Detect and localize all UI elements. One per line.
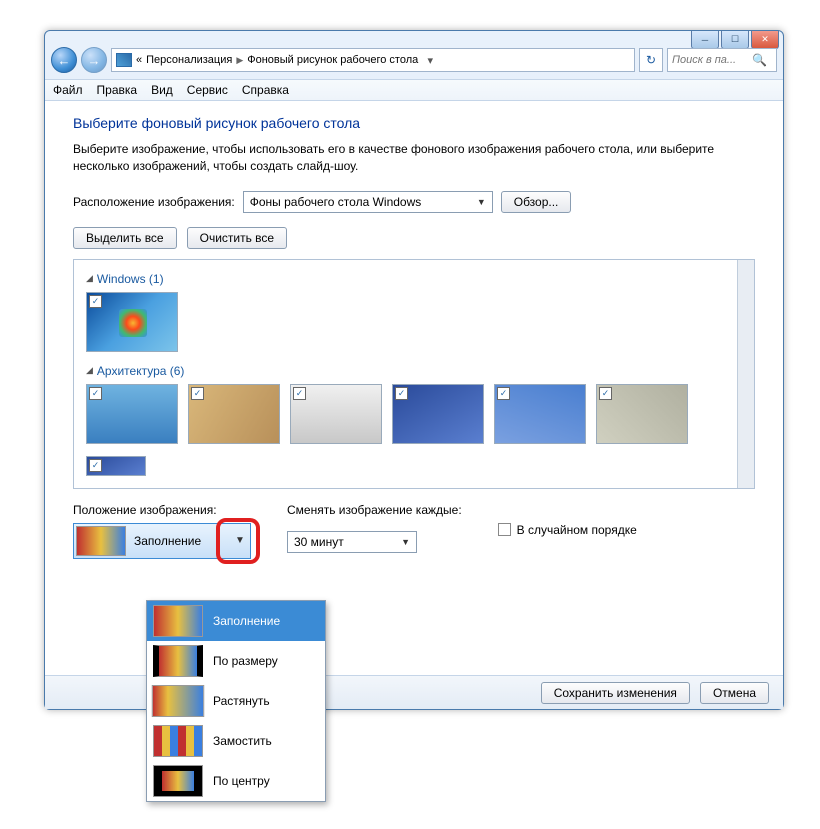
thumb-checkbox[interactable]: ✓: [191, 387, 204, 400]
cancel-button[interactable]: Отмена: [700, 682, 769, 704]
thumb-checkbox[interactable]: ✓: [89, 295, 102, 308]
scrollbar[interactable]: [737, 260, 754, 488]
control-panel-icon: [116, 53, 132, 67]
wallpaper-thumb[interactable]: ✓: [86, 292, 178, 352]
nav-forward-button[interactable]: →: [81, 47, 107, 73]
option-preview-icon: [153, 765, 203, 797]
random-label: В случайном порядке: [517, 523, 637, 537]
search-input[interactable]: [672, 54, 752, 66]
collapse-icon: ◢: [86, 365, 93, 376]
option-preview-icon: [153, 645, 203, 677]
breadcrumb-back-chevron: «: [136, 54, 142, 66]
wallpaper-thumb[interactable]: ✓: [596, 384, 688, 444]
group-windows[interactable]: ◢ Windows (1): [86, 272, 742, 286]
interval-label: Сменять изображение каждые:: [287, 503, 462, 517]
thumb-checkbox[interactable]: ✓: [293, 387, 306, 400]
wallpaper-thumb[interactable]: ✓: [86, 456, 146, 476]
position-value: Заполнение: [134, 534, 201, 548]
wallpaper-thumb[interactable]: ✓: [290, 384, 382, 444]
position-option-stretch[interactable]: Растянуть: [147, 681, 325, 721]
wallpaper-thumb[interactable]: ✓: [86, 384, 178, 444]
wallpaper-thumb[interactable]: ✓: [494, 384, 586, 444]
nav-back-button[interactable]: ←: [51, 47, 77, 73]
image-location-row: Расположение изображения: Фоны рабочего …: [73, 191, 755, 213]
interval-value: 30 минут: [294, 535, 344, 549]
select-all-button[interactable]: Выделить все: [73, 227, 177, 249]
menu-help[interactable]: Справка: [242, 83, 289, 97]
nav-row: ← → « Персонализация ▶ Фоновый рисунок р…: [51, 45, 777, 75]
position-preview-icon: [76, 526, 126, 556]
options-row: Положение изображения: Заполнение ▼ Смен…: [73, 503, 755, 559]
chevron-down-icon: ▼: [401, 537, 410, 547]
position-select[interactable]: Заполнение ▼: [73, 523, 251, 559]
chevron-right-icon: ▶: [236, 55, 243, 66]
save-button[interactable]: Сохранить изменения: [541, 682, 690, 704]
breadcrumb[interactable]: « Персонализация ▶ Фоновый рисунок рабоч…: [111, 48, 635, 72]
clear-all-button[interactable]: Очистить все: [187, 227, 287, 249]
option-preview-icon: [152, 685, 205, 717]
random-checkbox[interactable]: [498, 523, 511, 536]
menu-tools[interactable]: Сервис: [187, 83, 228, 97]
interval-select[interactable]: 30 минут ▼: [287, 531, 417, 553]
option-preview-icon: [153, 605, 203, 637]
thumb-checkbox[interactable]: ✓: [599, 387, 612, 400]
position-option-center[interactable]: По центру: [147, 761, 325, 801]
thumb-checkbox[interactable]: ✓: [89, 387, 102, 400]
position-option-fill[interactable]: Заполнение: [147, 601, 325, 641]
option-preview-icon: [153, 725, 203, 757]
refresh-button[interactable]: ↻: [639, 48, 663, 72]
position-option-tile[interactable]: Замостить: [147, 721, 325, 761]
search-box[interactable]: 🔍: [667, 48, 777, 72]
menu-view[interactable]: Вид: [151, 83, 173, 97]
page-title: Выберите фоновый рисунок рабочего стола: [73, 115, 755, 131]
position-option-fit[interactable]: По размеру: [147, 641, 325, 681]
chevron-down-icon: ▼: [232, 535, 248, 546]
thumb-checkbox[interactable]: ✓: [497, 387, 510, 400]
thumb-checkbox[interactable]: ✓: [89, 459, 102, 472]
collapse-icon: ◢: [86, 273, 93, 284]
location-value: Фоны рабочего стола Windows: [250, 195, 422, 209]
breadcrumb-dropdown[interactable]: ▾: [422, 54, 438, 67]
thumb-checkbox[interactable]: ✓: [395, 387, 408, 400]
menu-edit[interactable]: Правка: [97, 83, 138, 97]
location-label: Расположение изображения:: [73, 195, 235, 209]
position-label: Положение изображения:: [73, 503, 251, 517]
position-dropdown: Заполнение По размеру Растянуть Замостит…: [146, 600, 326, 802]
breadcrumb-current: Фоновый рисунок рабочего стола: [247, 54, 418, 66]
menu-file[interactable]: Файл: [53, 83, 83, 97]
content-area: Выберите фоновый рисунок рабочего стола …: [45, 101, 783, 675]
selection-buttons: Выделить все Очистить все: [73, 227, 755, 249]
interval-column: Сменять изображение каждые: 30 минут ▼: [287, 503, 462, 553]
wallpaper-thumb[interactable]: ✓: [188, 384, 280, 444]
chevron-down-icon: ▼: [477, 197, 486, 207]
random-checkbox-row[interactable]: В случайном порядке: [498, 523, 637, 537]
position-column: Положение изображения: Заполнение ▼: [73, 503, 251, 559]
location-select[interactable]: Фоны рабочего стола Windows ▼: [243, 191, 493, 213]
breadcrumb-root[interactable]: Персонализация: [146, 54, 232, 66]
browse-button[interactable]: Обзор...: [501, 191, 572, 213]
wallpaper-gallery[interactable]: ◢ Windows (1) ✓ ◢ Архитектура (6) ✓ ✓ ✓ …: [73, 259, 755, 489]
menu-bar: Файл Правка Вид Сервис Справка: [45, 79, 783, 101]
page-description: Выберите изображение, чтобы использовать…: [73, 141, 755, 175]
group-architecture[interactable]: ◢ Архитектура (6): [86, 364, 742, 378]
search-icon: 🔍: [752, 53, 767, 67]
wallpaper-thumb[interactable]: ✓: [392, 384, 484, 444]
